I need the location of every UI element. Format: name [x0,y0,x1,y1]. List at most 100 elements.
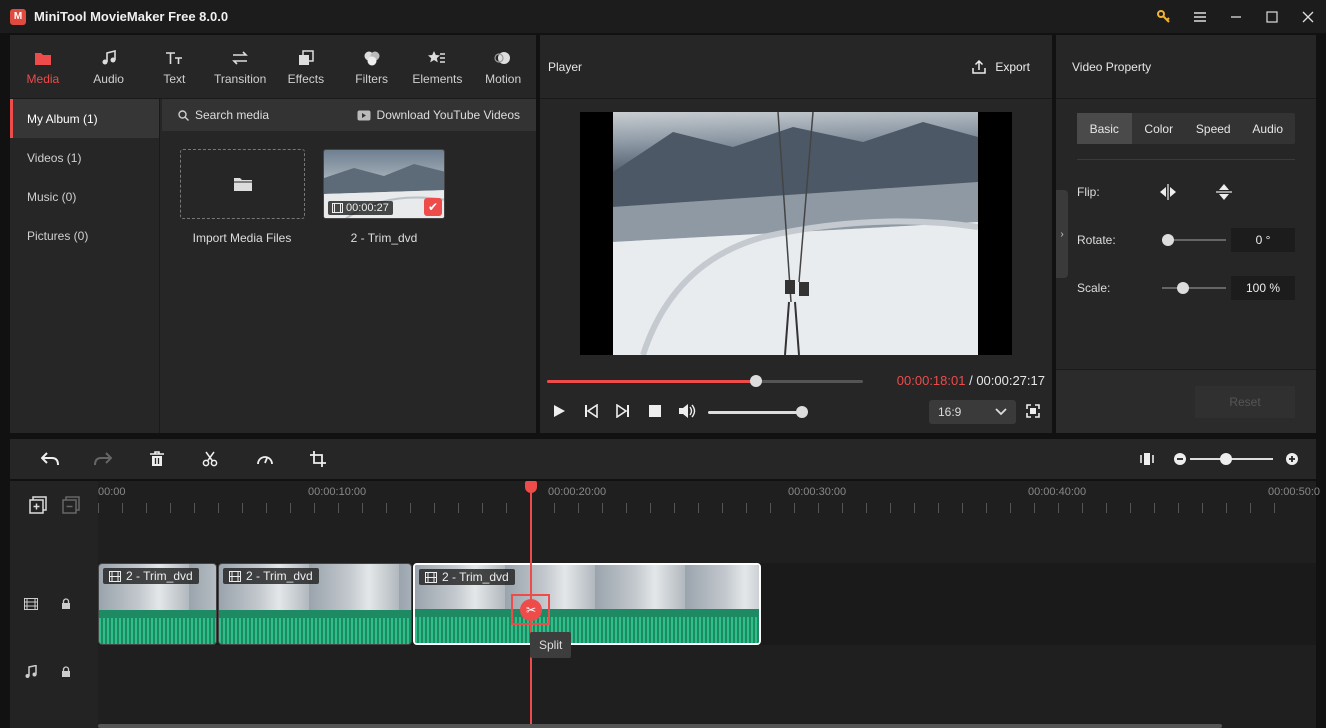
current-time: 00:00:18:01 [896,373,966,388]
sidebar-item-pictures[interactable]: Pictures (0) [10,216,159,255]
tab-elements[interactable]: Elements [405,35,471,99]
elements-icon [427,48,447,68]
clip-name-badge: 2 - Trim_dvd [223,568,319,584]
tab-text[interactable]: Text [142,35,208,99]
total-time: 00:00:27:17 [976,373,1045,388]
film-icon [229,570,241,582]
previous-frame-icon[interactable] [582,401,600,421]
clip-name-badge: 2 - Trim_dvd [419,569,515,585]
zoom-in-icon[interactable] [1282,449,1302,469]
play-icon[interactable] [550,401,568,421]
ruler-tick [170,503,171,513]
zoom-handle[interactable] [1220,453,1232,465]
sidebar-item-videos[interactable]: Videos (1) [10,138,159,177]
tab-color[interactable]: Color [1132,113,1187,144]
timeline-clip-selected[interactable]: 2 - Trim_dvd [413,563,761,645]
zoom-slider[interactable] [1190,453,1273,465]
tab-effects[interactable]: Effects [273,35,339,99]
scale-slider[interactable] [1162,282,1226,294]
import-media-button[interactable] [180,149,305,219]
ruler-tick [578,503,579,513]
speed-icon[interactable] [255,449,275,469]
add-track-icon[interactable] [29,496,47,517]
video-track-icon [24,598,38,613]
volume-handle[interactable] [796,406,808,418]
key-icon[interactable] [1146,0,1182,33]
media-library: Search media Download YouTube Videos Imp… [162,99,536,433]
timeline-scrollbar[interactable] [98,724,1222,728]
undo-icon[interactable] [40,449,60,469]
maximize-icon[interactable] [1254,0,1290,33]
transition-icon [230,48,250,68]
crop-icon[interactable] [308,449,328,469]
flip-vertical-icon[interactable] [1212,180,1236,204]
sidebar-item-music[interactable]: Music (0) [10,177,159,216]
scale-value[interactable]: 100 % [1231,276,1295,300]
flip-horizontal-icon[interactable] [1156,180,1180,204]
media-panel: Media Audio Text Transition Effects Filt… [10,35,536,433]
media-toolbar: Search media Download YouTube Videos [162,99,536,131]
close-icon[interactable] [1290,0,1326,33]
delete-icon[interactable] [147,449,167,469]
playback-controls [550,401,696,421]
rotate-slider[interactable] [1162,234,1226,246]
ruler-tick [482,503,483,513]
scale-handle[interactable] [1177,282,1189,294]
zoom-out-icon[interactable] [1170,449,1190,469]
menu-icon[interactable] [1182,0,1218,33]
time-ruler[interactable]: 00:00 00:00:10:00 00:00:20:00 00:00:30:0… [98,481,1320,521]
ruler-tick [674,503,675,513]
ruler-tick [914,503,915,513]
remove-track-icon[interactable] [62,496,80,517]
aspect-ratio-select[interactable]: 16:9 [929,400,1016,424]
fit-timeline-icon[interactable] [1137,449,1157,469]
tab-transition[interactable]: Transition [207,35,273,99]
reset-button[interactable]: Reset [1195,386,1295,418]
minimize-icon[interactable] [1218,0,1254,33]
ruler-tick [1226,503,1227,513]
tab-audio[interactable]: Audio [76,35,142,99]
export-button[interactable]: Export [957,53,1044,81]
tab-filters[interactable]: Filters [339,35,405,99]
tab-media[interactable]: Media [10,35,76,99]
volume-icon[interactable] [678,401,696,421]
playhead-handle[interactable] [525,481,537,493]
lock-icon[interactable] [61,598,71,613]
download-youtube-button[interactable]: Download YouTube Videos [357,108,520,122]
lock-icon[interactable] [61,666,71,681]
split-scissors-icon[interactable] [200,449,220,469]
volume-slider[interactable] [708,406,808,418]
ruler-tick [842,503,843,513]
tab-motion[interactable]: Motion [470,35,536,99]
video-property-panel: Video Property Basic Color Speed Audio F… [1056,35,1316,433]
flip-label: Flip: [1077,185,1100,199]
selected-check-icon[interactable]: ✔ [424,198,442,216]
split-scissors-icon[interactable]: ✂ [520,599,542,621]
ruler-tick [1058,503,1059,513]
timeline-clip[interactable]: 2 - Trim_dvd [218,563,412,645]
stop-icon[interactable] [646,401,664,421]
tab-speed[interactable]: Speed [1186,113,1241,144]
next-frame-icon[interactable] [614,401,632,421]
search-media-button[interactable]: Search media [178,108,269,122]
fullscreen-icon[interactable] [1026,404,1040,421]
media-clip-thumbnail[interactable]: 00:00:27 ✔ [323,149,445,219]
video-preview[interactable] [580,112,1012,355]
sidebar-item-my-album[interactable]: My Album (1) [10,99,159,138]
rotate-value[interactable]: 0 ° [1231,228,1295,252]
flip-row: Flip: [1077,180,1295,204]
collapse-panel-handle[interactable]: › [1056,190,1068,278]
ruler-label: 00:00 [98,486,126,498]
ruler-label: 00:00:30:00 [788,486,847,498]
ruler-tick [866,503,867,513]
progress-handle[interactable] [749,375,762,387]
ruler-tick [1250,503,1251,513]
timeline-clip[interactable]: 2 - Trim_dvd [98,563,217,645]
tab-basic[interactable]: Basic [1077,113,1132,144]
playback-progress[interactable] [547,375,863,387]
redo-icon[interactable] [93,449,113,469]
player-title: Player [548,59,583,74]
rotate-handle[interactable] [1162,234,1174,246]
tab-audio[interactable]: Audio [1241,113,1296,144]
export-label: Export [995,59,1030,74]
